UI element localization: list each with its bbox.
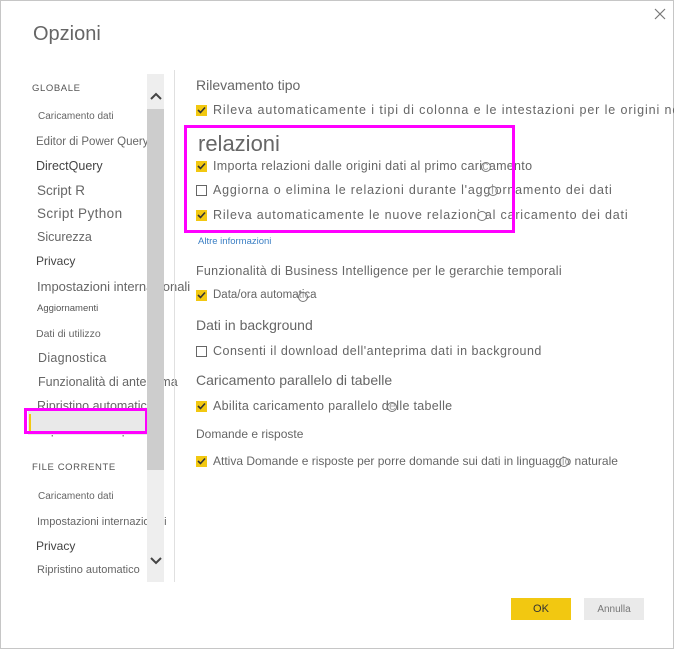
option-type-detection[interactable]: Rileva automaticamente i tipi di colonna…: [196, 103, 674, 117]
sidebar-item-script-r[interactable]: Script R: [37, 183, 85, 198]
info-icon[interactable]: [298, 292, 308, 302]
checkbox-checked[interactable]: [196, 400, 207, 412]
sidebar-item-aggiornamenti[interactable]: Aggiornamenti: [37, 303, 98, 314]
heading-qna: Domande e risposte: [196, 427, 304, 441]
sidebar-item-dati-utilizzo[interactable]: Dati di utilizzo: [36, 328, 101, 340]
option-background-download[interactable]: Consenti il download dell'anteprima dati…: [196, 344, 542, 358]
close-icon: [654, 8, 666, 20]
sidebar-item-editor-power-query[interactable]: Editor di Power Query: [36, 136, 149, 148]
sidebar-header-global: GLOBALE: [32, 83, 81, 94]
checkmark-icon: [197, 457, 206, 465]
checkmark-icon: [197, 106, 206, 114]
highlight-box-relazioni: [184, 125, 515, 233]
checkmark-icon: [197, 402, 206, 410]
panel-divider: [174, 70, 175, 582]
scroll-down-button[interactable]: [147, 551, 164, 571]
sidebar-item-file-privacy[interactable]: Privacy: [36, 539, 75, 553]
heading-parallel-loading: Caricamento parallelo di tabelle: [196, 372, 393, 388]
dialog-title: Opzioni: [33, 23, 101, 45]
sidebar-item-privacy[interactable]: Privacy: [36, 254, 75, 268]
checkbox-unchecked[interactable]: [196, 345, 207, 357]
sidebar-item-caricamento-dati[interactable]: Caricamento dati: [38, 111, 114, 122]
more-info-link[interactable]: Altre informazioni: [198, 236, 271, 247]
sidebar-item-file-ripristino-automatico[interactable]: Ripristino automatico: [37, 564, 140, 576]
sidebar-scrollbar[interactable]: [147, 74, 164, 582]
scrollbar-thumb[interactable]: [147, 109, 164, 470]
sidebar-item-file-caricamento-dati[interactable]: Caricamento dati: [38, 491, 114, 502]
checkbox-checked[interactable]: [196, 289, 207, 301]
sidebar-header-file-corrente: FILE CORRENTE: [32, 462, 116, 473]
highlight-box-sidebar: [24, 408, 148, 434]
info-icon[interactable]: [387, 402, 397, 412]
chevron-down-icon: [149, 557, 162, 565]
heading-background-data: Dati in background: [196, 317, 313, 333]
chevron-up-icon: [149, 92, 162, 100]
option-label: Attiva Domande e risposte per porre doma…: [213, 454, 618, 468]
options-dialog: Opzioni: [0, 0, 674, 649]
cancel-button[interactable]: Annulla: [584, 598, 644, 620]
sidebar-item-script-python[interactable]: Script Python: [37, 206, 123, 221]
sidebar-item-diagnostica[interactable]: Diagnostica: [38, 351, 107, 365]
heading-time-intelligence: Funzionalità di Business Intelligence pe…: [196, 264, 562, 278]
option-label: Rileva automaticamente i tipi di colonna…: [213, 103, 674, 117]
sidebar-item-impostazioni-internazionali[interactable]: Impostazioni internazionali: [37, 279, 190, 294]
heading-rilevamento-tipo: Rilevamento tipo: [196, 77, 301, 93]
sidebar-item-sicurezza[interactable]: Sicurezza: [37, 230, 92, 244]
close-button[interactable]: [651, 5, 669, 23]
sidebar-item-directquery[interactable]: DirectQuery: [36, 159, 103, 173]
option-parallel-loading[interactable]: Abilita caricamento parallelo delle tabe…: [196, 399, 452, 413]
option-label: Abilita caricamento parallelo delle tabe…: [213, 399, 453, 413]
checkbox-checked[interactable]: [196, 104, 207, 116]
checkmark-icon: [197, 291, 206, 299]
ok-button[interactable]: OK: [511, 598, 571, 620]
info-icon[interactable]: [559, 457, 569, 467]
option-qna[interactable]: Attiva Domande e risposte per porre doma…: [196, 454, 618, 468]
checkbox-checked[interactable]: [196, 455, 207, 467]
scroll-up-button[interactable]: [147, 86, 164, 106]
option-label: Consenti il download dell'anteprima dati…: [213, 344, 542, 358]
